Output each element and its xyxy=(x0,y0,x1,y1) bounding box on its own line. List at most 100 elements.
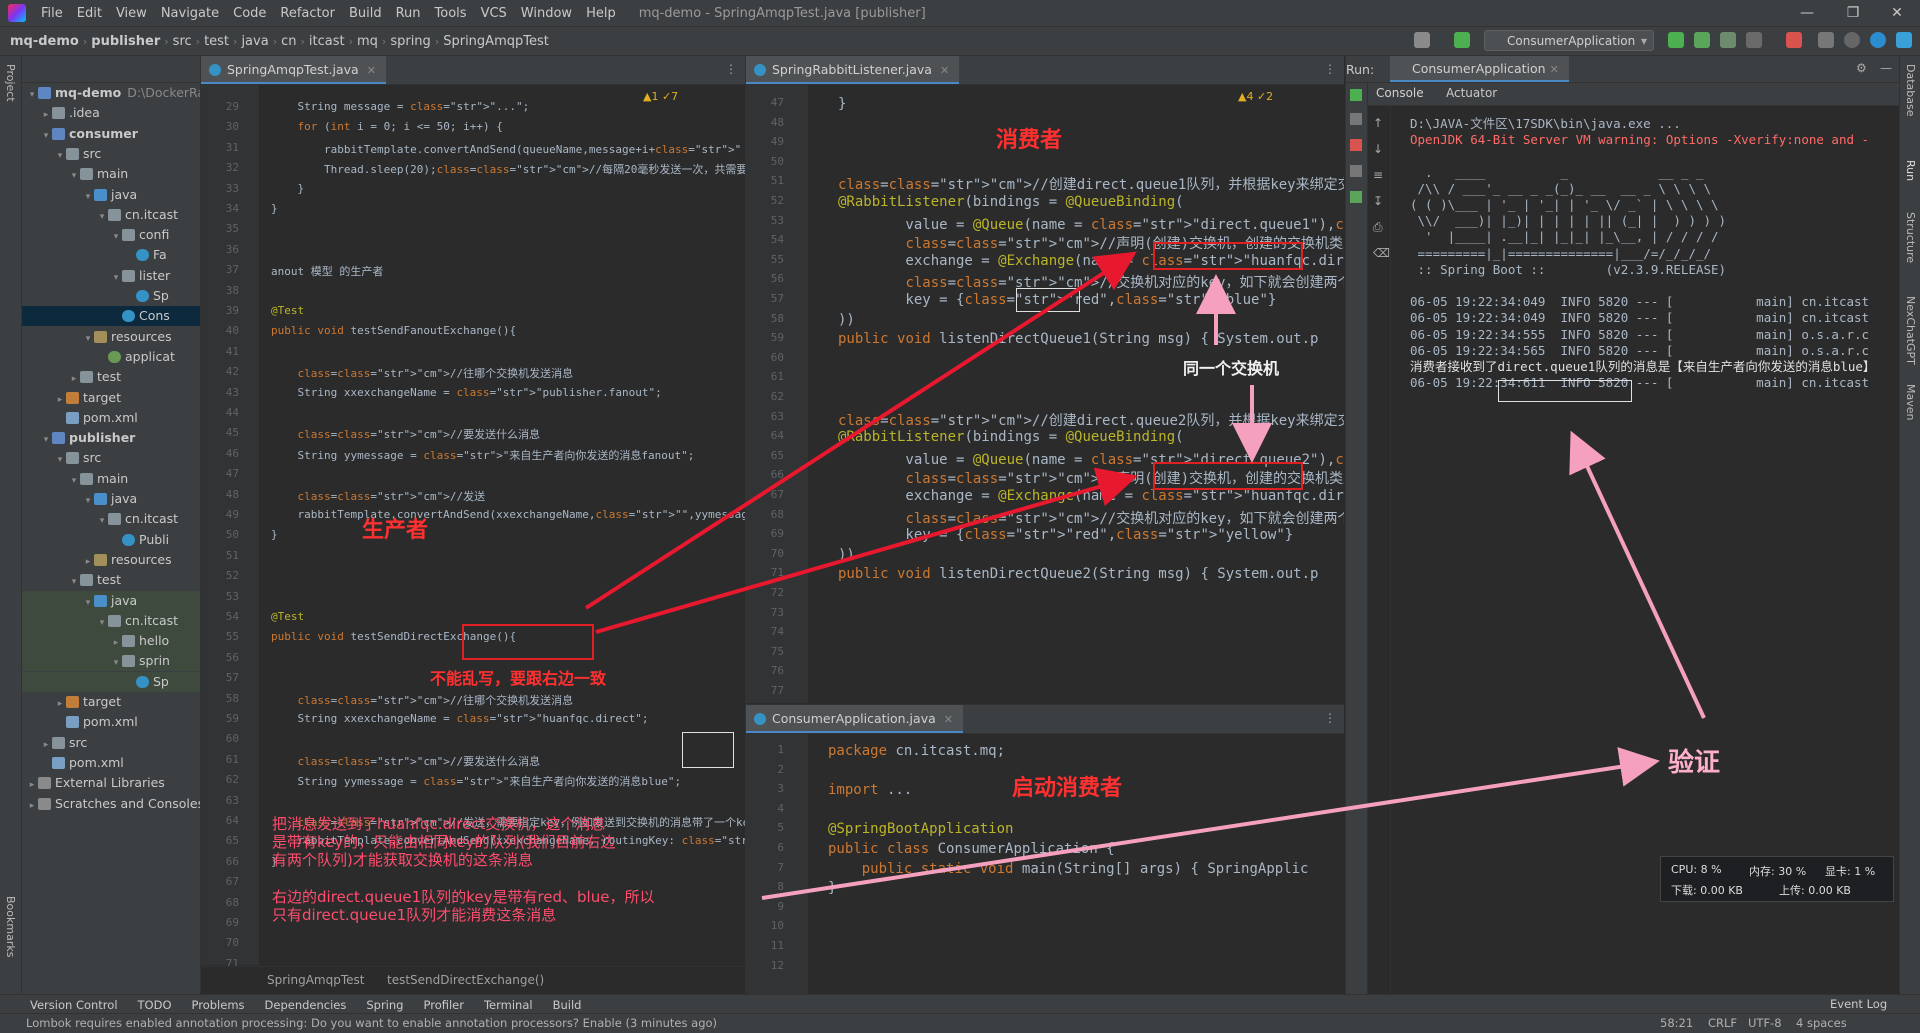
tree-toggle-icon[interactable]: ▾ xyxy=(96,511,108,531)
code-line[interactable]: class=class="str">"cm">//要发送什么消息 xyxy=(271,426,541,442)
tree-toggle-icon[interactable]: ▾ xyxy=(54,450,66,470)
event-log-button[interactable]: Event Log xyxy=(1830,997,1887,1011)
code-line[interactable]: anout 模型 的生产者 xyxy=(271,263,383,279)
tree-toggle-icon[interactable]: ▸ xyxy=(82,552,94,572)
code-line[interactable]: } xyxy=(838,96,846,112)
tree-node[interactable]: ▾ java xyxy=(22,185,200,207)
code-line[interactable]: value = @Queue(name = class="str">"direc… xyxy=(838,449,1344,469)
menu-help[interactable]: Help xyxy=(579,6,623,21)
code-line[interactable]: class=class="str">"cm">//声明(创建)交换机，创建的交换… xyxy=(838,468,1344,488)
breadcrumb-mq[interactable]: mq xyxy=(353,34,382,49)
coverage-icon[interactable] xyxy=(1720,32,1736,48)
structure-tool-tab[interactable]: Structure xyxy=(1904,212,1917,263)
run-tool-tab[interactable]: Run xyxy=(1904,160,1917,181)
file-encoding[interactable]: UTF-8 xyxy=(1748,1016,1782,1030)
tree-node[interactable]: ▾ cn.itcast xyxy=(22,610,200,631)
tree-toggle-icon[interactable]: ▸ xyxy=(40,105,52,125)
menu-view[interactable]: View xyxy=(109,6,154,21)
search-icon[interactable] xyxy=(1844,32,1860,48)
code-line[interactable]: String message = class="str">"..."; xyxy=(271,100,529,113)
code-line[interactable]: class=class="str">"cm">//往哪个交换机发送消息 xyxy=(271,365,574,381)
wrap-icon[interactable]: ≡ xyxy=(1373,168,1383,182)
tree-node[interactable]: pom.xml xyxy=(22,753,200,773)
code-line[interactable]: exchange = @Exchange(name = class="str">… xyxy=(838,488,1344,504)
inspection-warnings[interactable]: ▲1 ✓7 xyxy=(643,90,678,103)
tree-toggle-icon[interactable]: ▾ xyxy=(54,146,66,166)
rerun-icon[interactable] xyxy=(1668,32,1684,48)
breadcrumb-java[interactable]: java xyxy=(237,34,272,49)
update-icon[interactable] xyxy=(1870,32,1886,48)
tree-node[interactable]: ▾ src xyxy=(22,448,200,470)
tree-toggle-icon[interactable]: ▸ xyxy=(54,390,66,410)
status-message[interactable]: Lombok requires enabled annotation proce… xyxy=(26,1016,717,1030)
tab-spring-rabbit-listener[interactable]: SpringRabbitListener.java ✕ xyxy=(746,56,960,84)
code-line[interactable]: key = {class="str">"red",class="str">"bl… xyxy=(838,292,1276,308)
breadcrumb-springamqptest[interactable]: SpringAmqpTest xyxy=(439,34,553,49)
menu-tools[interactable]: Tools xyxy=(428,6,474,21)
menu-run[interactable]: Run xyxy=(389,6,428,21)
menu-edit[interactable]: Edit xyxy=(70,6,109,21)
breadcrumb-method[interactable]: testSendDirectExchange() xyxy=(387,973,544,987)
tool-profiler[interactable]: Profiler xyxy=(413,998,474,1012)
stop-icon[interactable] xyxy=(1786,32,1802,48)
breadcrumb-mq-demo[interactable]: mq-demo xyxy=(6,34,83,49)
menu-vcs[interactable]: VCS xyxy=(474,6,514,21)
down-arrow-icon[interactable]: ↓ xyxy=(1373,142,1383,156)
tree-node[interactable]: ▸ target xyxy=(22,692,200,712)
tool-spring[interactable]: Spring xyxy=(356,998,413,1012)
tool-terminal[interactable]: Terminal xyxy=(474,998,543,1012)
tab-actuator[interactable]: Actuator xyxy=(1446,86,1497,100)
build-hammer-icon[interactable] xyxy=(1454,32,1470,48)
restore-icon[interactable]: ❐ xyxy=(1830,0,1876,26)
menu-build[interactable]: Build xyxy=(342,6,389,21)
profile-icon[interactable] xyxy=(1746,32,1762,48)
code-line[interactable]: public void listenDirectQueue2(String ms… xyxy=(838,566,1318,582)
tree-node[interactable]: ▾ cn.itcast xyxy=(22,205,200,225)
breadcrumb-test[interactable]: test xyxy=(200,34,233,49)
code-line[interactable]: String yymessage = class="str">"来自生产者向你发… xyxy=(271,447,694,463)
tab-consumer-application[interactable]: ConsumerApplication.java ✕ xyxy=(746,705,963,733)
breadcrumb-class[interactable]: SpringAmqpTest xyxy=(267,973,365,987)
code-line[interactable]: } xyxy=(271,528,278,541)
code-line[interactable]: class=class="str">"cm">//往哪个交换机发送消息 xyxy=(271,692,574,708)
wrench-icon[interactable] xyxy=(1350,113,1362,125)
tool-problems[interactable]: Problems xyxy=(182,998,255,1012)
tree-node[interactable]: ▸ resources xyxy=(22,550,200,572)
tree-node[interactable]: Cons xyxy=(22,306,200,327)
tree-toggle-icon[interactable]: ▸ xyxy=(110,633,122,653)
hide-icon[interactable]: — xyxy=(1880,61,1892,75)
tree-toggle-icon[interactable]: ▾ xyxy=(110,227,122,247)
code-line[interactable]: class=class="str">"cm">//声明(创建)交换机，创建的交换… xyxy=(838,233,1344,253)
tree-toggle-icon[interactable]: ▾ xyxy=(82,329,94,349)
plugin-icon[interactable] xyxy=(1896,32,1912,48)
tree-node[interactable]: ▾ src xyxy=(22,144,200,166)
code-line[interactable]: rabbitTemplate.convertAndSend(queueName,… xyxy=(271,141,745,157)
tab-console[interactable]: Console xyxy=(1376,86,1424,100)
tree-toggle-icon[interactable]: ▾ xyxy=(82,187,94,207)
tree-toggle-icon[interactable]: ▾ xyxy=(40,430,52,450)
print-icon[interactable]: ⎙ xyxy=(1373,220,1383,235)
close-icon[interactable]: ✕ xyxy=(1874,0,1920,26)
code-line[interactable]: String xxexchangeName = class="str">"pub… xyxy=(271,386,661,399)
breadcrumb-src[interactable]: src xyxy=(169,34,196,49)
code-line[interactable]: class=class="str">"cm">//创建direct.queue2… xyxy=(838,410,1344,430)
tree-node[interactable]: ▾ main xyxy=(22,469,200,489)
tool-todo[interactable]: TODO xyxy=(128,998,182,1012)
tree-node[interactable]: pom.xml xyxy=(22,712,200,732)
code-line[interactable]: package cn.itcast.mq; xyxy=(828,743,1005,759)
run-configuration-select[interactable]: ConsumerApplication ▾ xyxy=(1484,30,1654,51)
code-line[interactable]: class=class="str">"cm">//要发送什么消息 xyxy=(271,753,541,769)
settings-icon[interactable]: ⚙ xyxy=(1856,61,1867,75)
tree-node[interactable]: ▸ src xyxy=(22,733,200,753)
code-line[interactable]: public class ConsumerApplication { xyxy=(828,841,1115,857)
code-line[interactable]: class=class="str">"cm">//交换机对应的key，如下就会创… xyxy=(838,272,1344,292)
code-line[interactable]: String yymessage = class="str">"来自生产者向你发… xyxy=(271,773,681,789)
code-line[interactable]: for (int i = 0; i <= 50; i++) { xyxy=(271,120,503,133)
tree-toggle-icon[interactable]: ▾ xyxy=(40,126,52,146)
tool-build[interactable]: Build xyxy=(543,998,592,1012)
trash-icon[interactable]: ⌫ xyxy=(1373,246,1390,260)
breadcrumb-publisher[interactable]: publisher xyxy=(87,34,164,49)
tree-node[interactable]: ▾ confi xyxy=(22,225,200,247)
code-line[interactable]: } xyxy=(271,182,304,195)
code-line[interactable]: class=class="str">"cm">//发送，需要指定key，例如发送… xyxy=(271,814,746,830)
